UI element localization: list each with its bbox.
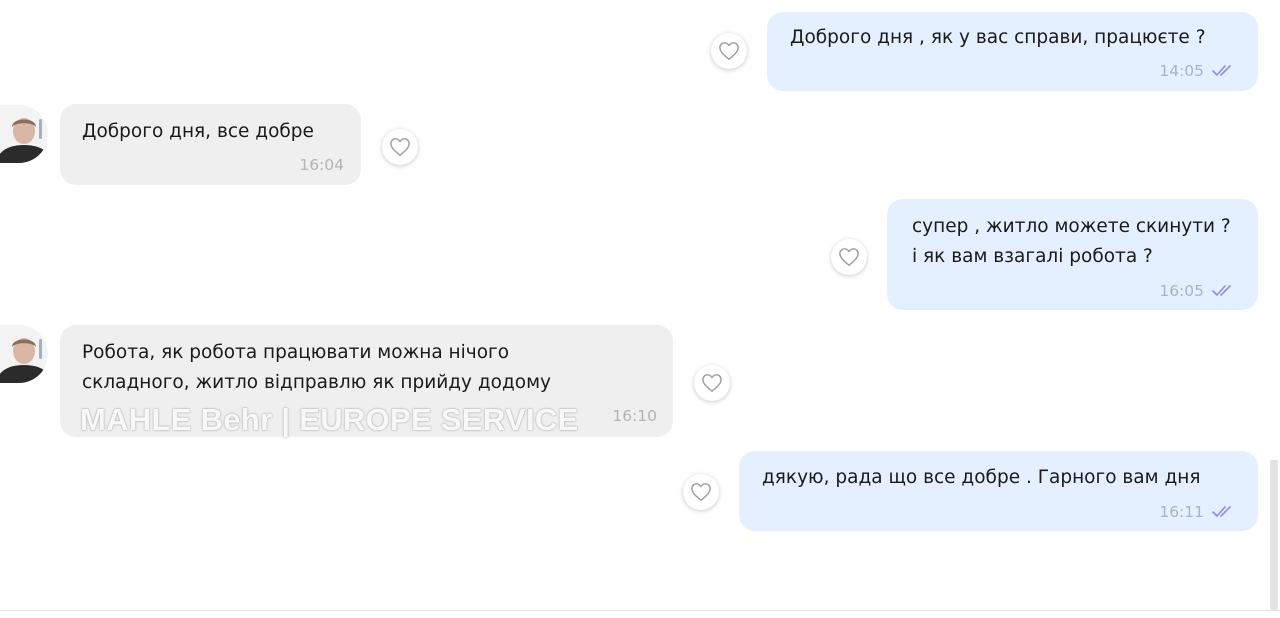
double-check-icon bbox=[1212, 285, 1231, 296]
message-meta: 16:04 bbox=[299, 150, 344, 180]
scrollbar[interactable] bbox=[1270, 460, 1278, 610]
like-reaction-button[interactable] bbox=[831, 239, 867, 275]
incoming-message[interactable]: Доброго дня, все добре 16:04 bbox=[60, 104, 361, 185]
heart-icon bbox=[691, 483, 711, 501]
message-time: 16:04 bbox=[299, 156, 344, 174]
message-meta: 16:05 bbox=[1159, 276, 1240, 306]
message-text: Доброго дня, все добре bbox=[82, 121, 314, 142]
chat-window: Доброго дня , як у вас справи, працюєте … bbox=[0, 0, 1280, 618]
message-time: 16:05 bbox=[1159, 282, 1204, 300]
heart-icon bbox=[390, 138, 410, 156]
double-check-icon bbox=[1212, 65, 1231, 76]
avatar[interactable] bbox=[0, 325, 48, 383]
message-time: 16:10 bbox=[612, 407, 657, 425]
like-reaction-button[interactable] bbox=[683, 474, 719, 510]
user-avatar bbox=[0, 325, 48, 383]
heart-icon bbox=[719, 42, 739, 60]
outgoing-message[interactable]: Доброго дня , як у вас справи, працюєте … bbox=[767, 12, 1258, 91]
message-meta: 16:10 bbox=[612, 401, 657, 431]
user-avatar bbox=[0, 105, 48, 163]
divider bbox=[0, 610, 1280, 611]
message-time: 16:11 bbox=[1159, 503, 1204, 521]
outgoing-message[interactable]: дякую, рада що все добре . Гарного вам д… bbox=[739, 451, 1258, 531]
avatar[interactable] bbox=[0, 105, 48, 163]
watermark: MAHLE Behr | EUROPE SERVICE bbox=[80, 402, 579, 437]
like-reaction-button[interactable] bbox=[711, 33, 747, 69]
message-text: Доброго дня , як у вас справи, працюєте … bbox=[790, 27, 1206, 48]
heart-icon bbox=[702, 374, 722, 392]
message-text: дякую, рада що все добре . Гарного вам д… bbox=[762, 467, 1201, 488]
heart-icon bbox=[839, 248, 859, 266]
double-check-icon bbox=[1212, 506, 1231, 517]
outgoing-message[interactable]: супер , житло можете скинути ? і як вам … bbox=[887, 199, 1258, 310]
message-meta: 14:05 bbox=[1159, 56, 1240, 86]
like-reaction-button[interactable] bbox=[694, 365, 730, 401]
like-reaction-button[interactable] bbox=[382, 129, 418, 165]
message-text: супер , житло можете скинути ? і як вам … bbox=[912, 216, 1231, 267]
message-text: Робота, як робота працювати можна нічого… bbox=[82, 342, 552, 393]
message-time: 14:05 bbox=[1159, 62, 1204, 80]
message-meta: 16:11 bbox=[1159, 497, 1240, 527]
